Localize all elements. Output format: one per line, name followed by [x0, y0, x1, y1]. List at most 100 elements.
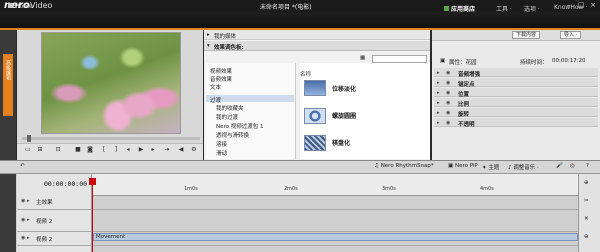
volume-icon[interactable]: ◀	[177, 146, 185, 154]
track-eye-icon[interactable]: ◉ ▸	[21, 235, 29, 241]
theme-label: 主题	[488, 165, 500, 171]
rhythmsnap-icon: ♫	[374, 163, 381, 169]
ruler-tick-label: 4m0s	[480, 186, 494, 192]
pip-button[interactable]: ▣ Nero PiP	[448, 163, 478, 169]
undo-icon[interactable]: ↶	[20, 163, 25, 169]
play-icon[interactable]: ▶	[137, 146, 145, 154]
next-frame-icon[interactable]: ▸	[149, 146, 157, 154]
end-icon[interactable]: ⇥	[163, 146, 171, 154]
track-eye-icon[interactable]: ◉ ▸	[21, 198, 29, 204]
visibility-icon[interactable]: ◉	[446, 120, 450, 126]
playback-controls	[17, 143, 203, 160]
zoom-out-icon[interactable]: ⊖	[584, 234, 589, 240]
rhythmsnap-button[interactable]: ♫ Nero RhythmSnap*	[374, 163, 434, 169]
options-menu[interactable]: 选项 ·	[524, 4, 540, 13]
tree-item[interactable]: 音频效果	[210, 75, 232, 83]
collapse-icon: ▾	[207, 43, 210, 49]
home-link[interactable]: Home	[8, 3, 33, 10]
timeline-tools	[578, 174, 600, 252]
microphone-icon[interactable]: 🎤	[556, 163, 563, 169]
visibility-icon[interactable]: ◉	[446, 70, 450, 76]
store-icon	[444, 6, 449, 11]
cut-icon[interactable]: ✂	[584, 198, 589, 204]
my-media-label: 我的媒体	[214, 34, 237, 40]
track-label: 主效果	[36, 200, 53, 206]
effects-palette-header[interactable]: ▾ 效果调色板:	[204, 41, 430, 51]
tree-item-transitions[interactable]: 过渡	[210, 96, 221, 104]
preview-scrubber[interactable]	[22, 137, 200, 140]
voiceover-icon[interactable]: ◎	[570, 163, 575, 169]
tree-item[interactable]: 视频效果	[210, 67, 232, 75]
property-label: 锚定点	[458, 82, 475, 88]
effect-label[interactable]: 螺旋圆圈	[332, 111, 356, 120]
visibility-icon[interactable]: ◉	[446, 90, 450, 96]
track-video-2a[interactable]	[17, 210, 578, 232]
track-label: 视频 2	[36, 219, 53, 225]
theme-button[interactable]: ✦ 主题	[482, 163, 499, 171]
settings-icon[interactable]: ⚙	[190, 146, 198, 154]
delete-icon[interactable]: ✕	[584, 216, 589, 222]
adjust-music-label: 调整音乐 ·	[513, 165, 539, 171]
effects-search-input[interactable]	[372, 55, 427, 63]
store-label: 应用商店	[451, 6, 476, 13]
duration-value: 00:00:17:20	[552, 58, 586, 64]
track-eye-icon[interactable]: ◉ ▸	[21, 217, 29, 223]
effects-palette-label: 效果调色板:	[214, 45, 244, 51]
home-icon	[8, 3, 13, 8]
property-label: 不透明	[458, 122, 475, 128]
mark-in-icon[interactable]: [	[100, 146, 108, 154]
list-header-name: 名称	[300, 72, 312, 78]
ruler-tick-label: 2m0s	[284, 186, 298, 192]
visibility-icon[interactable]: ◉	[446, 100, 450, 106]
visibility-icon[interactable]: ◉	[446, 110, 450, 116]
zoom-icon[interactable]: ⊞	[36, 146, 44, 154]
import-button[interactable]: 导入 ·	[560, 31, 582, 39]
duration-label: 持续时间：	[520, 60, 548, 66]
advanced-edit-label: 高级编辑	[5, 60, 11, 80]
mark-out-icon[interactable]: ]	[112, 146, 120, 154]
preview-frame	[41, 32, 181, 134]
tree-item[interactable]: 滑动	[216, 149, 227, 157]
snapshot-icon[interactable]: ■	[74, 146, 82, 154]
effect-thumbnail[interactable]	[304, 80, 326, 96]
tree-item[interactable]: 我的收藏夹	[216, 104, 244, 112]
zoom-in-icon[interactable]: ⊕	[584, 180, 589, 186]
effect-label[interactable]: 位移淡化	[332, 84, 356, 93]
tree-item[interactable]: 透视与滑转换	[216, 131, 249, 139]
tools-menu[interactable]: 工具 ·	[496, 4, 512, 13]
scrubber-handle[interactable]	[27, 135, 31, 142]
tree-item[interactable]: Nero 视频过渡包 1	[216, 122, 264, 130]
download-content-button[interactable]: 下载内容	[512, 31, 541, 39]
tree-item[interactable]: 我的过渡	[216, 113, 238, 121]
playhead[interactable]	[92, 180, 93, 252]
grid-view-icon[interactable]: ▦	[360, 55, 365, 61]
close-icon[interactable]: ×	[588, 1, 598, 10]
adjust-music-button[interactable]: ♪ 调整音乐 ·	[508, 163, 539, 171]
store-link[interactable]: 应用商店	[444, 4, 475, 13]
my-media-header[interactable]: ▸ 我的媒体	[204, 30, 430, 40]
knowhow-menu[interactable]: KnowHow ·	[554, 4, 587, 11]
expand-icon: ▸	[437, 80, 440, 86]
time-ruler[interactable]	[92, 174, 578, 196]
track-main-effect[interactable]	[17, 196, 578, 210]
rhythmsnap-label: Nero RhythmSnap*	[380, 163, 434, 169]
prev-frame-icon[interactable]: ◂	[124, 146, 132, 154]
visibility-icon[interactable]: ◉	[446, 80, 450, 86]
pip-label: Nero PiP	[454, 163, 478, 169]
tree-item[interactable]: 溶接	[216, 140, 227, 148]
effect-label[interactable]: 棋盘化	[332, 138, 350, 147]
expand-icon: ▸	[437, 120, 440, 126]
timeline-clip[interactable]: Movement	[93, 233, 578, 241]
timecode-display: 00:00:00:00	[44, 180, 88, 188]
playhead-handle[interactable]	[89, 178, 96, 185]
app-product-name: Video	[30, 1, 53, 10]
camera-icon[interactable]: ◙	[86, 146, 94, 154]
fullscreen-icon[interactable]: ⊡	[54, 146, 62, 154]
tree-item[interactable]: 文本	[210, 83, 221, 91]
property-label: 位置	[458, 92, 470, 98]
monitor-icon[interactable]: ▭	[24, 146, 32, 154]
track-label: 视频 2	[36, 237, 53, 243]
effect-thumbnail[interactable]	[304, 108, 326, 124]
help-icon[interactable]: ?	[586, 163, 589, 169]
effect-thumbnail[interactable]	[304, 135, 326, 151]
